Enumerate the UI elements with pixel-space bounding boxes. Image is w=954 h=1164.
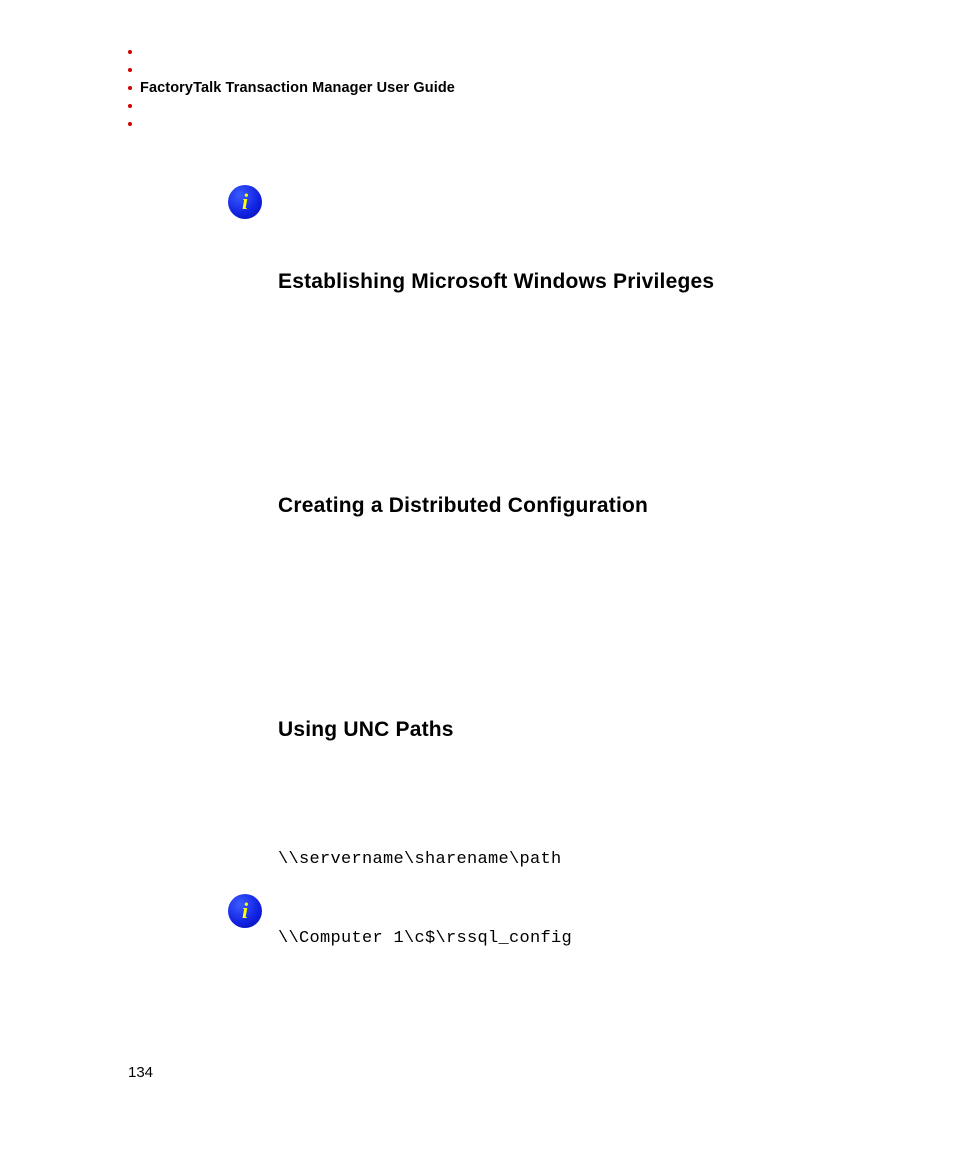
unc-path-example: \\Computer 1\c$\rssql_config [278, 929, 848, 948]
dot-icon [128, 68, 132, 72]
unc-path-syntax: \\servername\sharename\path [278, 850, 848, 869]
page-number: 134 [128, 1064, 153, 1081]
section-heading-privileges: Establishing Microsoft Windows Privilege… [278, 270, 848, 294]
section-heading-unc-paths: Using UNC Paths [278, 718, 848, 742]
dot-icon [128, 104, 132, 108]
section-heading-distributed-config: Creating a Distributed Configuration [278, 494, 848, 518]
margin-dot-decoration [128, 50, 132, 126]
main-content: Establishing Microsoft Windows Privilege… [278, 270, 848, 948]
dot-icon [128, 122, 132, 126]
running-header: FactoryTalk Transaction Manager User Gui… [140, 80, 455, 96]
info-icon: i [228, 185, 262, 219]
info-icon: i [228, 894, 262, 928]
dot-icon [128, 50, 132, 54]
dot-icon [128, 86, 132, 90]
